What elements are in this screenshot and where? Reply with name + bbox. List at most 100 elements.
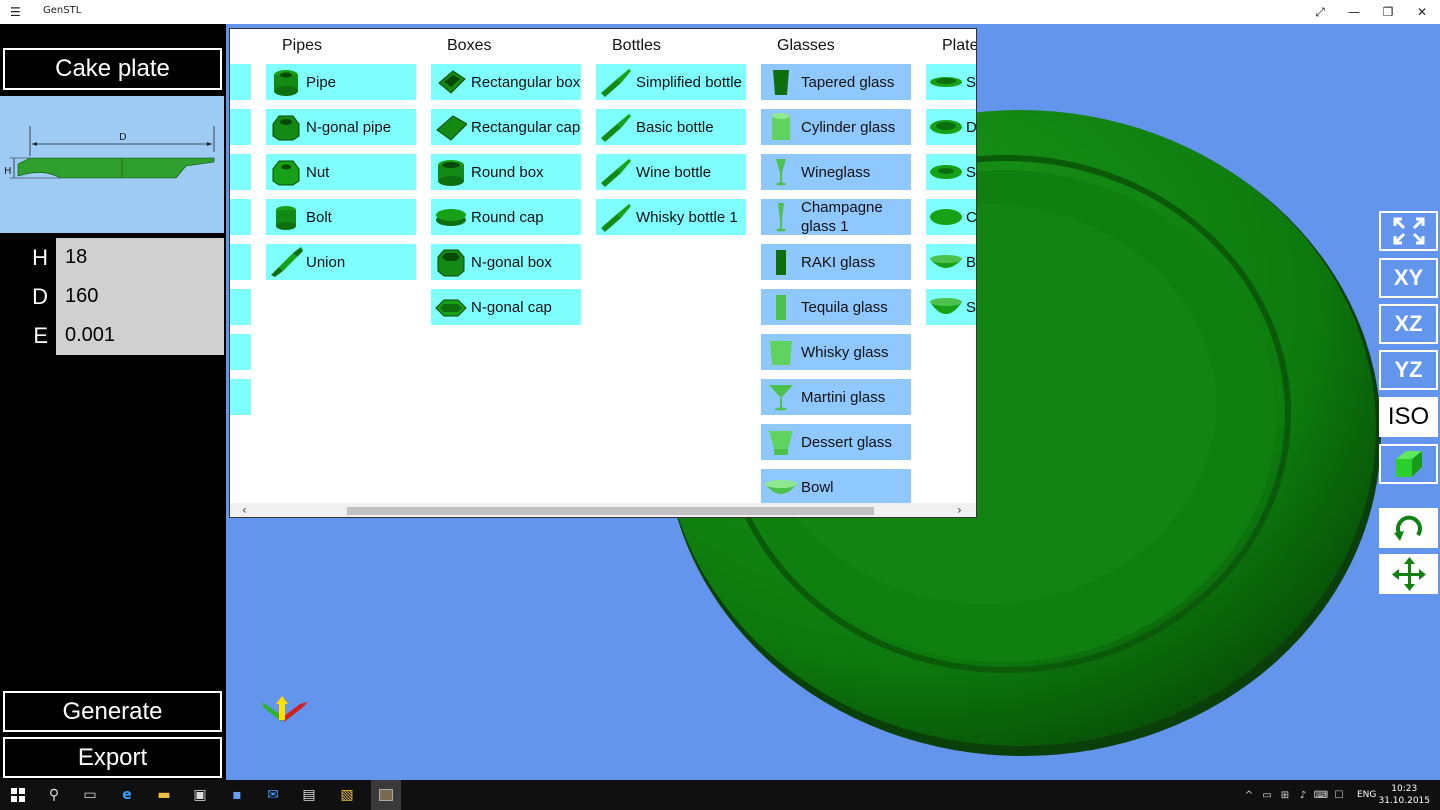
catalog-item-partial[interactable] [230,154,251,190]
view-iso-button[interactable]: ISO [1379,397,1438,437]
network-icon[interactable]: ⊞ [1276,786,1294,804]
export-button[interactable]: Export [3,737,222,778]
catalog-item-round-cap[interactable]: Round cap [431,199,581,235]
catalog-item-round-box[interactable]: Round box [431,154,581,190]
dimension-diagram: D H [0,96,224,233]
item-label: Tequila glass [801,298,888,316]
minimize-button[interactable]: — [1337,0,1371,24]
catalog-item-plate[interactable]: Sa [926,289,976,325]
task-view-icon[interactable]: ▭ [81,786,99,804]
item-label: N-gonal box [471,253,552,271]
catalog-item-plate[interactable]: B [926,244,976,280]
hamburger-menu-icon[interactable]: ☰ [10,5,24,19]
rotate-button[interactable] [1379,508,1438,548]
catalog-item-partial[interactable] [230,244,251,280]
catalog-item-partial[interactable] [230,379,251,415]
battery-icon[interactable]: ▭ [1258,786,1276,804]
scrollbar-thumb[interactable] [347,507,874,515]
catalog-item-bowl[interactable]: Bowl [761,469,911,505]
catalog-item-n-gonal-cap[interactable]: N-gonal cap [431,289,581,325]
scroll-right-icon[interactable]: › [957,503,962,517]
catalog-item-whisky-glass[interactable]: Whisky glass [761,334,911,370]
search-icon[interactable]: ⚲ [45,786,63,804]
catalog-item-plate[interactable]: D [926,109,976,145]
shaded-view-button[interactable] [1379,444,1438,484]
n-gonal-cap-icon [431,289,471,325]
catalog-item-rectangular-box[interactable]: Rectangular box [431,64,581,100]
horizontal-scrollbar[interactable]: ‹ › [230,503,976,517]
input-language[interactable]: ENG [1357,790,1376,800]
genstl-taskbar-icon[interactable] [371,780,401,810]
view-xz-button[interactable]: XZ [1379,304,1438,344]
catalog-item-union[interactable]: Union [266,244,416,280]
catalog-item-cylinder-glass[interactable]: Cylinder glass [761,109,911,145]
param-d-input[interactable]: 160 [56,277,224,316]
catalog-item-partial[interactable] [230,289,251,325]
fit-view-button[interactable] [1379,211,1438,251]
generate-button[interactable]: Generate [3,691,222,732]
rectangular-cap-icon [431,109,471,145]
item-label: Rectangular box [471,73,581,91]
tray-chevron-icon[interactable]: ^ [1240,786,1258,804]
action-center-icon[interactable]: ☐ [1330,786,1348,804]
file-explorer-icon[interactable]: ▬ [155,786,173,804]
catalog-item-partial[interactable] [230,334,251,370]
model-name-button[interactable]: Cake plate [3,48,222,90]
rectangular-box-icon [431,64,471,100]
restore-button[interactable]: ❐ [1371,0,1405,24]
shape-catalog[interactable]: Pipes Pipe N-gonal pipe Nut Bolt Union B… [229,28,977,518]
save-app-icon[interactable]: ▪ [228,786,246,804]
close-button[interactable]: ✕ [1405,0,1439,24]
catalog-item-simplified-bottle[interactable]: Simplified bottle [596,64,746,100]
catalog-item-nut[interactable]: Nut [266,154,416,190]
volume-icon[interactable]: ♪ [1294,786,1312,804]
keyboard-icon[interactable]: ⌨ [1312,786,1330,804]
app-title: GenSTL [43,5,82,16]
catalog-item-n-gonal-pipe[interactable]: N-gonal pipe [266,109,416,145]
notes-app-icon[interactable]: ▧ [338,786,356,804]
union-icon [266,244,306,280]
param-h-input[interactable]: 18 [56,238,224,277]
catalog-item-partial[interactable] [230,64,251,100]
windows-start-icon[interactable] [9,786,27,804]
catalog-item-dessert-glass[interactable]: Dessert glass [761,424,911,460]
catalog-item-partial[interactable] [230,199,251,235]
clock-date: 31.10.2015 [1378,796,1430,806]
catalog-item-bolt[interactable]: Bolt [266,199,416,235]
catalog-item-plate[interactable]: C [926,199,976,235]
param-e-input[interactable]: 0.001 [56,316,224,355]
param-row-h: H 18 [0,238,224,277]
champagne-glass-icon [761,199,801,235]
catalog-item-wineglass[interactable]: Wineglass [761,154,911,190]
app-icon[interactable]: ▤ [300,786,318,804]
catalog-item-pipe[interactable]: Pipe [266,64,416,100]
catalog-item-tequila-glass[interactable]: Tequila glass [761,289,911,325]
expand-icon [1393,217,1424,245]
item-label: Pipe [306,73,337,91]
catalog-item-plate[interactable]: Sa [926,154,976,190]
scroll-left-icon[interactable]: ‹ [242,503,247,517]
catalog-item-martini-glass[interactable]: Martini glass [761,379,911,415]
catalog-item-rectangular-cap[interactable]: Rectangular cap [431,109,581,145]
catalog-item-partial[interactable] [230,109,251,145]
catalog-item-whisky-bottle-1[interactable]: Whisky bottle 1 [596,199,746,235]
clock[interactable]: 10:23 31.10.2015 [1378,783,1430,807]
fullscreen-icon[interactable]: ⤢ [1303,0,1337,24]
left-panel: Cake plate D H H 18 D 160 E 0.001 Genera… [0,24,226,780]
catalog-item-tapered-glass[interactable]: Tapered glass [761,64,911,100]
catalog-item-plate[interactable]: Sa [926,64,976,100]
catalog-item-wine-bottle[interactable]: Wine bottle [596,154,746,190]
bottle-icon [596,199,636,235]
item-label: RAKI glass [801,253,876,271]
store-icon[interactable]: ▣ [191,786,209,804]
view-yz-button[interactable]: YZ [1379,350,1438,390]
catalog-item-basic-bottle[interactable]: Basic bottle [596,109,746,145]
view-xy-button[interactable]: XY [1379,258,1438,298]
catalog-item-raki-glass[interactable]: RAKI glass [761,244,911,280]
mail-app-icon[interactable]: ✉ [264,786,282,804]
item-label: Champagne glass 1 [801,199,883,235]
catalog-item-n-gonal-box[interactable]: N-gonal box [431,244,581,280]
pan-button[interactable] [1379,554,1438,594]
edge-browser-icon[interactable]: e [118,786,136,804]
catalog-item-champagne-glass-1[interactable]: Champagne glass 1 [761,199,911,235]
